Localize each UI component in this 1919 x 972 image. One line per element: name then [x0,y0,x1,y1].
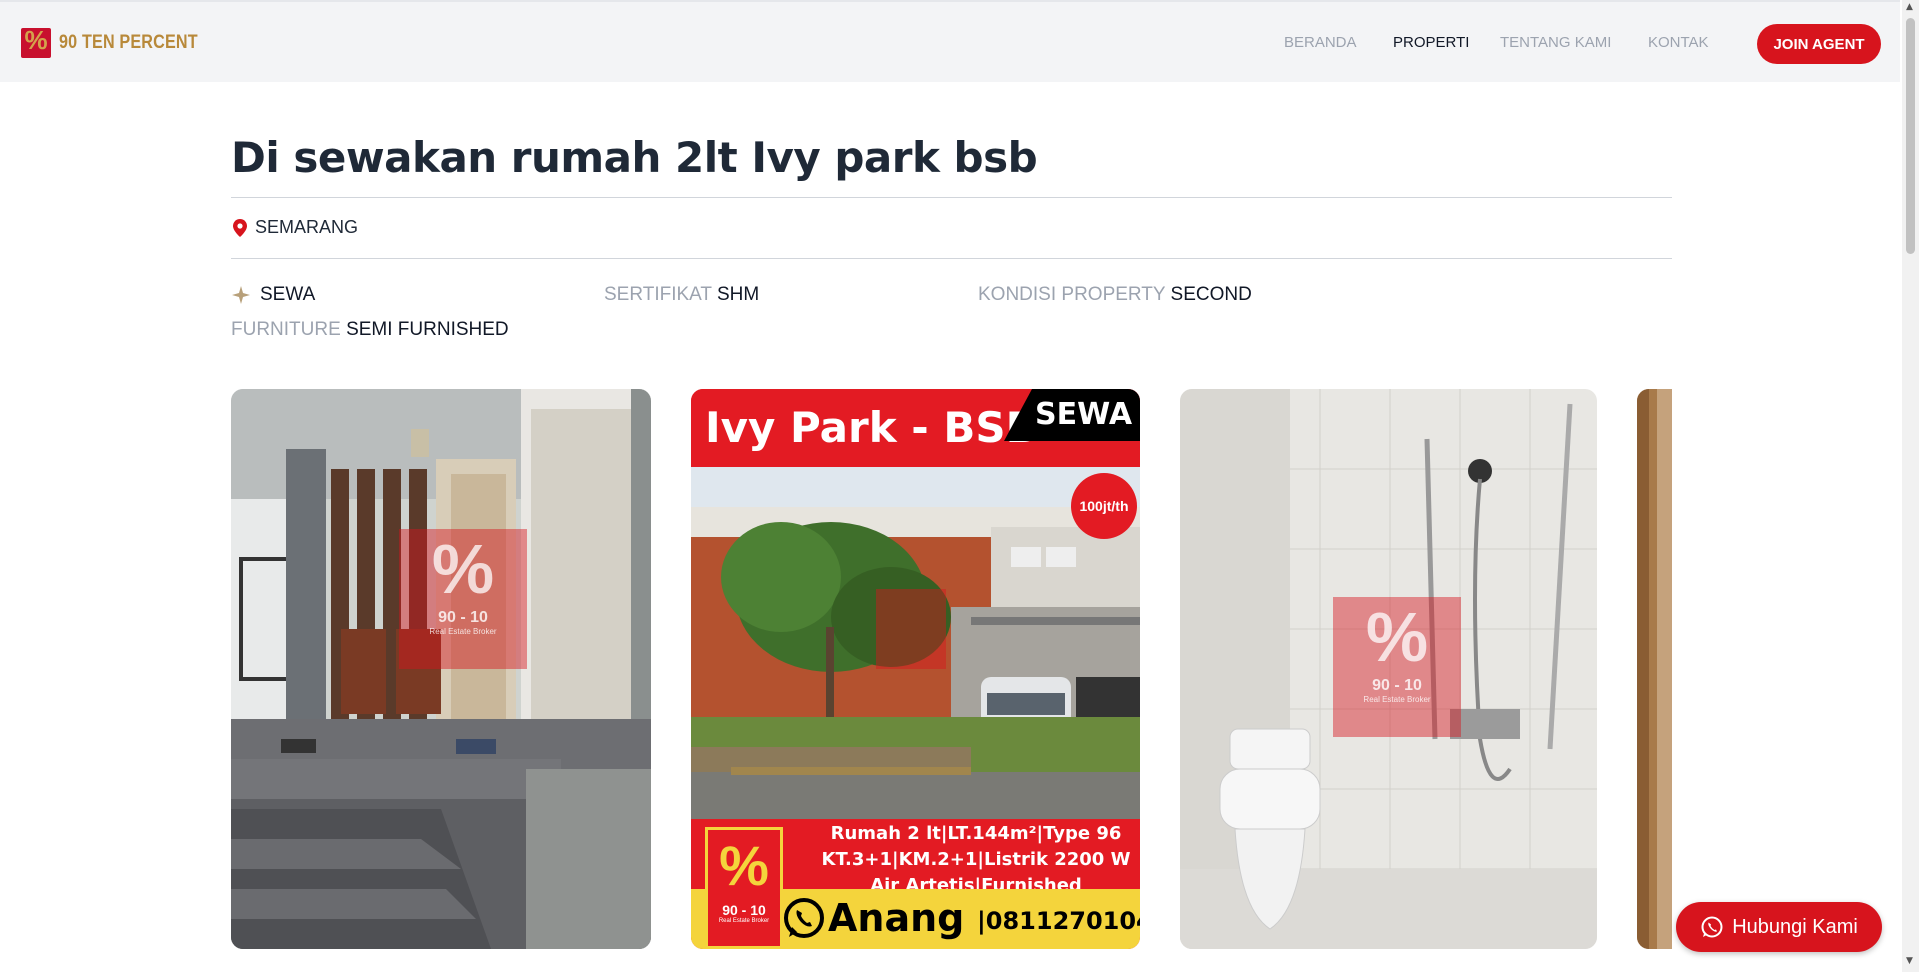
nav-kontak[interactable]: KONTAK [1648,34,1709,51]
attr-furniture-label: FURNITURE [231,319,341,340]
flyer-agent-phone: |0811270104 [977,907,1140,935]
porch-photo [231,389,651,949]
watermark-logo [876,589,946,669]
sparkle-icon [232,286,250,304]
attr-condition: KONDISI PROPERTY SECOND [978,284,1252,306]
listing-type-value: SEWA [260,284,316,305]
scroll-up-arrow-icon[interactable]: ▲ [1906,2,1913,12]
gallery-photo-bathroom[interactable]: % 90 - 10 Real Estate Broker [1180,389,1597,949]
listing-type: SEWA [232,284,315,306]
divider [231,258,1672,259]
nav-tentang-kami[interactable]: TENTANG KAMI [1500,34,1611,51]
flyer-specs: Rumah 2 lt|LT.144m²|Type 96 KT.3+1|KM.2+… [821,821,1131,899]
attr-furniture-value: SEMI FURNISHED [346,319,509,340]
attr-condition-label: KONDISI PROPERTY [978,284,1166,305]
attr-certificate-value: SHM [716,284,760,305]
brand-logo[interactable]: % 90 TEN PERCENT [21,25,222,58]
flyer-agent-name: Anang [828,896,965,940]
attr-certificate-label: SERTIFIKAT [604,284,712,305]
flyer-headline: Ivy Park - BSB [705,403,1038,452]
hubungi-kami-button[interactable]: Hubungi Kami [1676,902,1882,952]
whatsapp-icon [1701,916,1723,938]
location-text: SEMARANG [255,217,359,237]
whatsapp-icon [784,898,824,938]
flyer-tag: SEWA [1035,397,1133,432]
join-agent-button[interactable]: JOIN AGENT [1757,24,1881,64]
hubungi-kami-label: Hubungi Kami [1732,915,1858,938]
map-pin-icon [233,218,247,237]
scroll-down-arrow-icon[interactable]: ▼ [1906,956,1913,966]
watermark-logo: % 90 - 10 Real Estate Broker [399,529,527,669]
flyer-spec-line1: Rumah 2 lt|LT.144m²|Type 96 [830,823,1122,844]
scrollbar-thumb[interactable] [1906,18,1915,254]
page-scrollbar[interactable]: ▲ ▼ [1902,0,1919,972]
attr-certificate: SERTIFIKAT SHM [604,284,759,306]
logo-percent-icon: % [21,25,51,58]
flyer-spec-line2: KT.3+1|KM.2+1|Listrik 2200 W [821,849,1131,870]
nav-beranda[interactable]: BERANDA [1284,34,1357,51]
gallery-photo-flyer[interactable]: Ivy Park - BSB SEWA 100jt/th Rumah 2 lt|… [691,389,1140,949]
gallery-photo-partial[interactable] [1637,389,1672,949]
watermark-logo: % 90 - 10 Real Estate Broker [1333,597,1461,737]
location: SEMARANG [233,217,358,238]
door-photo [1637,389,1672,949]
divider [231,197,1672,198]
nav-properti[interactable]: PROPERTI [1393,34,1469,51]
attr-condition-value: SECOND [1170,284,1252,305]
site-header: % 90 TEN PERCENT BERANDA PROPERTI TENTAN… [0,0,1900,82]
page-title: Di sewakan rumah 2lt Ivy park bsb [231,133,1038,182]
flyer-broker-logo: % 90 - 10 Real Estate Broker [705,827,783,949]
flyer-price-badge: 100jt/th [1071,473,1137,539]
brand-name: 90 TEN PERCENT [59,32,198,53]
attr-furniture: FURNITURE SEMI FURNISHED [231,319,509,341]
gallery-photo-porch[interactable]: % 90 - 10 Real Estate Broker [231,389,651,949]
